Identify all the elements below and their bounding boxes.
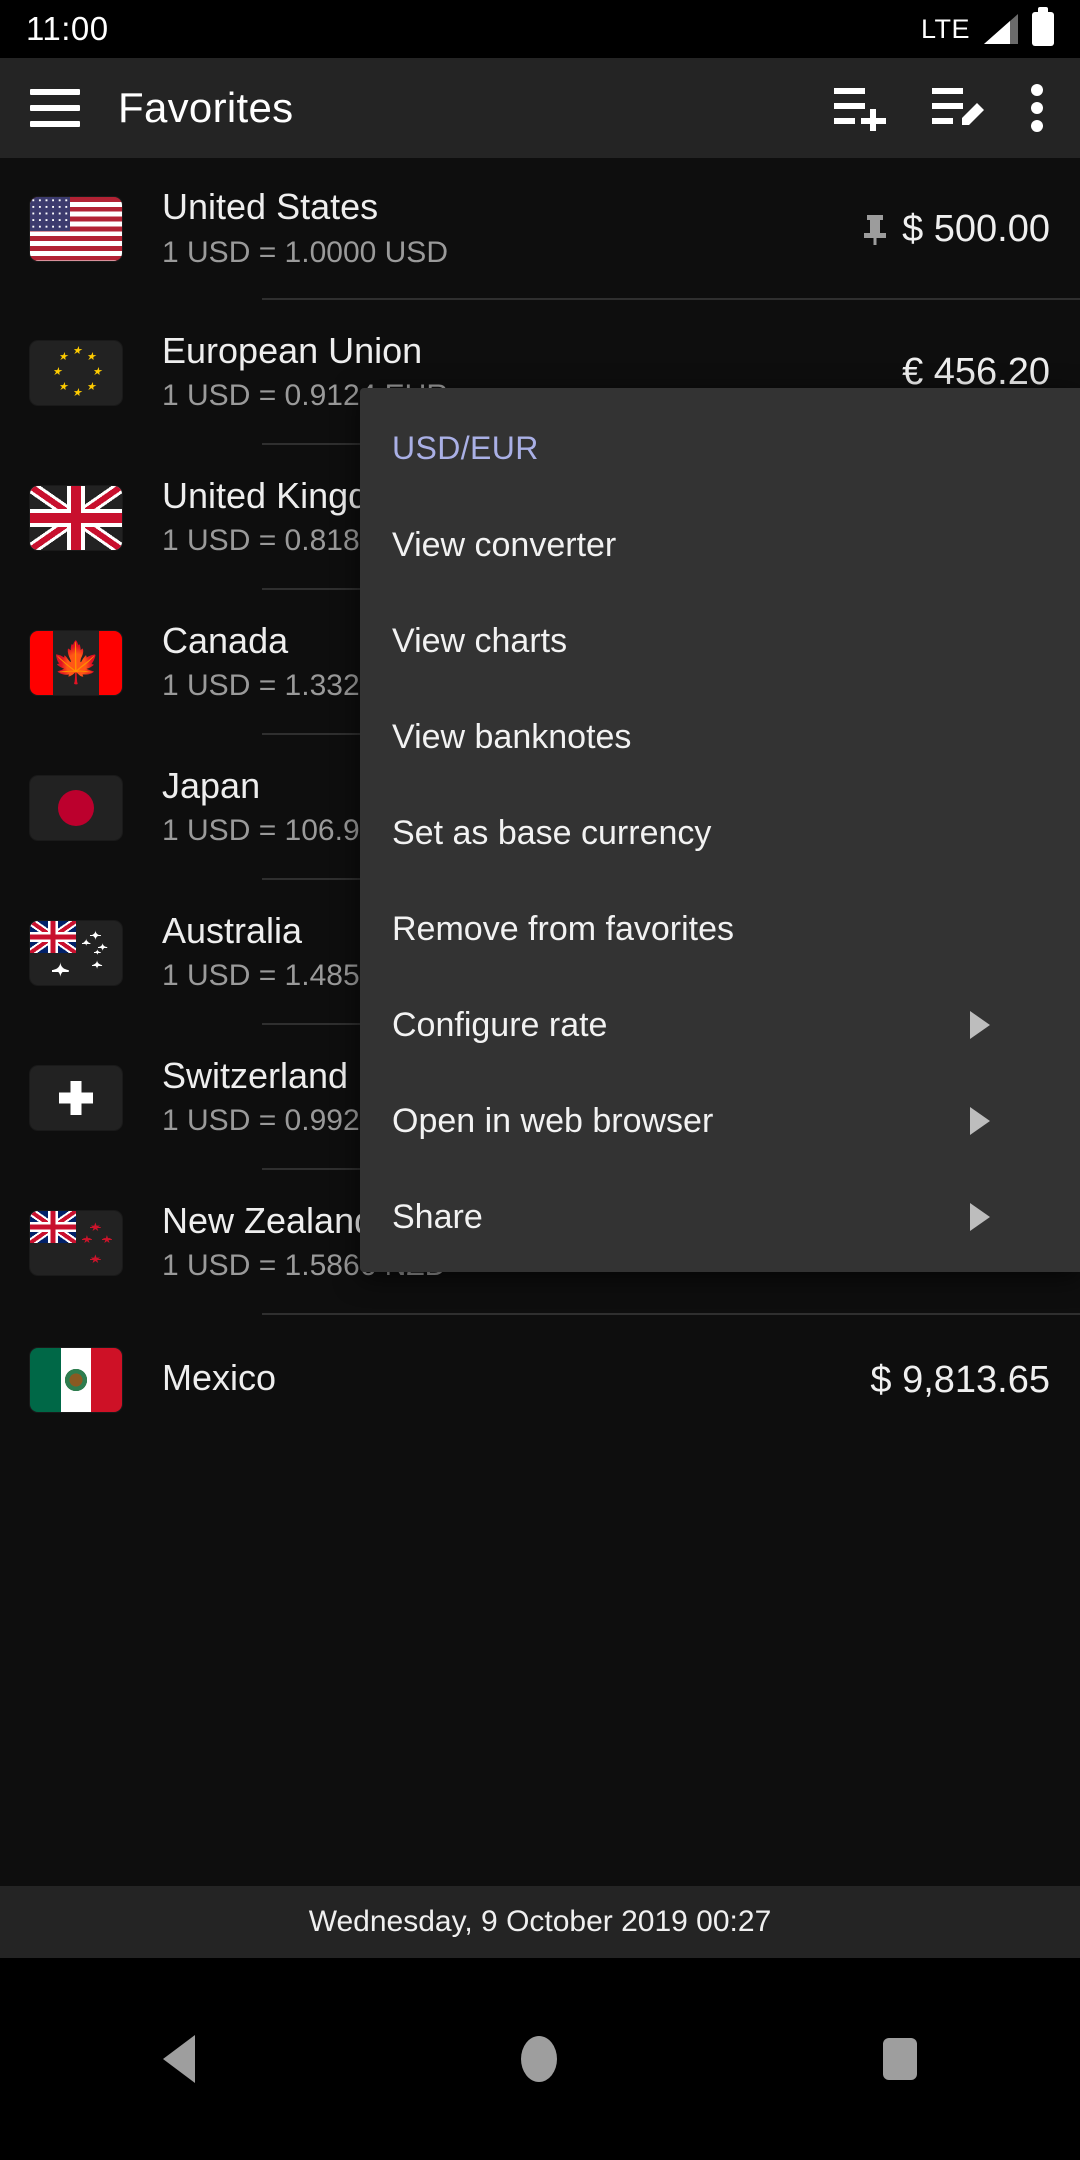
add-currency-icon[interactable] [834, 85, 886, 131]
list-item[interactable]: United States 1 USD = 1.0000 USD $ 500.0… [0, 158, 1080, 300]
submenu-arrow-icon [970, 1107, 990, 1135]
currency-amount: $ 9,813.65 [870, 1358, 1050, 1401]
menu-item-label: View banknotes [392, 717, 632, 756]
back-triangle-icon[interactable] [163, 2035, 195, 2083]
menu-item-label: View converter [392, 525, 617, 564]
pin-icon [864, 215, 887, 245]
flag-eu-icon: ★ ★ ★ ★ ★ ★ ★ ★ [30, 340, 122, 405]
home-circle-icon[interactable] [521, 2036, 557, 2082]
android-nav-bar [0, 1958, 1080, 2160]
page-title: Favorites [118, 84, 294, 131]
status-indicators: LTE [920, 7, 1054, 46]
currency-country: United States [162, 186, 379, 228]
status-clock: 11:00 [26, 10, 109, 47]
flag-us-icon [30, 197, 122, 261]
context-menu-header: USD/EUR [392, 430, 539, 466]
rates-timestamp: Wednesday, 9 October 2019 00:27 [308, 1905, 772, 1938]
recents-square-icon[interactable] [883, 2038, 917, 2080]
flag-jp-icon [30, 775, 122, 840]
edit-list-icon[interactable] [932, 85, 984, 131]
menu-item-label: Configure rate [392, 1005, 608, 1044]
network-type-label: LTE [920, 13, 970, 44]
menu-item-label: Share [392, 1197, 483, 1236]
context-menu: USD/EUR View converter View charts View … [360, 388, 1080, 1272]
currency-amount: $ 500.00 [902, 207, 1050, 250]
menu-item-view-banknotes[interactable]: View banknotes [360, 689, 1080, 785]
menu-item-share[interactable]: Share [360, 1169, 1080, 1265]
currency-rate: 1 USD = 1.0000 USD [162, 235, 448, 269]
menu-item-configure-rate[interactable]: Configure rate [360, 977, 1080, 1073]
phone-screen: 11:00 LTE Favorites United States 1 USD … [0, 0, 1080, 2160]
currency-country: European Union [162, 329, 423, 371]
menu-item-view-charts[interactable]: View charts [360, 593, 1080, 689]
submenu-arrow-icon [970, 1011, 990, 1039]
currency-country: Mexico [162, 1356, 277, 1398]
rates-timestamp-bar: Wednesday, 9 October 2019 00:27 [0, 1886, 1080, 1958]
flag-ch-icon [30, 1065, 122, 1130]
menu-item-open-in-web-browser[interactable]: Open in web browser [360, 1073, 1080, 1169]
flag-au-icon: ✦ ✦ ✦ ✦ ✦ ✦ [30, 920, 122, 985]
submenu-arrow-icon [970, 1203, 990, 1231]
menu-item-view-converter[interactable]: View converter [360, 497, 1080, 593]
flag-nz-icon: ★ ★ ★ ★ [30, 1210, 122, 1275]
app-bar: Favorites [0, 58, 1080, 158]
battery-full-icon [1032, 7, 1054, 46]
signal-bars-icon [984, 14, 1018, 44]
app-bar-actions [834, 84, 1044, 132]
menu-item-set-as-base-currency[interactable]: Set as base currency [360, 785, 1080, 881]
menu-item-label: Remove from favorites [392, 909, 734, 948]
flag-mx-icon [30, 1348, 122, 1412]
menu-item-remove-from-favorites[interactable]: Remove from favorites [360, 881, 1080, 977]
currency-amount-wrap: $ 500.00 [862, 208, 1050, 251]
menu-item-label: Open in web browser [392, 1101, 714, 1140]
flag-uk-icon [30, 485, 122, 550]
flag-ca-icon: 🍁 [30, 630, 122, 695]
list-item[interactable]: Mexico $ 9,813.65 [0, 1315, 1080, 1445]
hamburger-menu-icon[interactable] [30, 89, 80, 127]
menu-item-label: View charts [392, 621, 568, 660]
overflow-menu-icon[interactable] [1030, 84, 1044, 132]
status-bar: 11:00 LTE [0, 0, 1080, 58]
menu-item-label: Set as base currency [392, 813, 712, 852]
